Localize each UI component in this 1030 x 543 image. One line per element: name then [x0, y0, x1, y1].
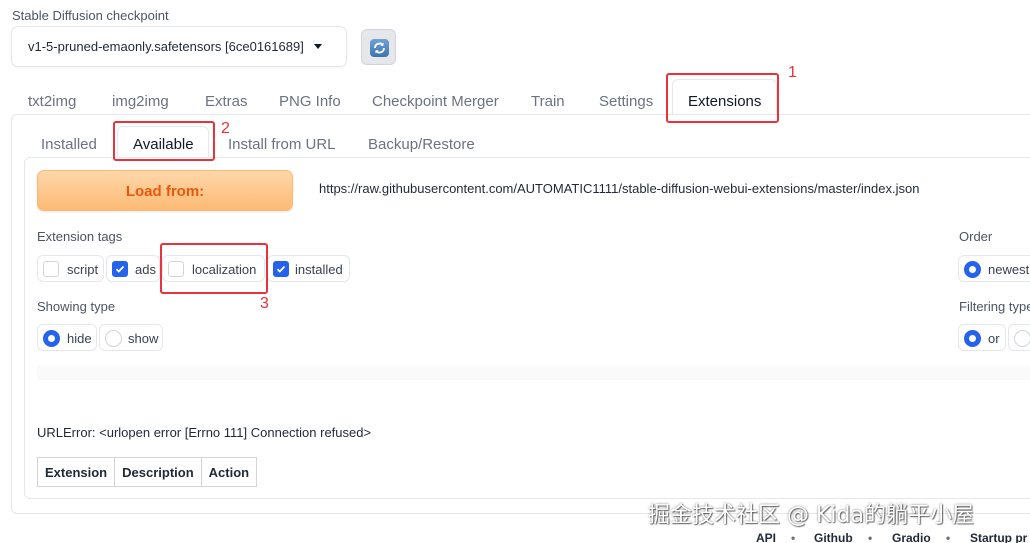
- showing-show-label: show: [128, 331, 159, 346]
- filtering-or-label: or: [988, 331, 1000, 346]
- footer-separator: •: [868, 531, 873, 543]
- error-message: URLError: <urlopen error [Errno 111] Con…: [37, 425, 372, 440]
- col-description: Description: [114, 457, 202, 487]
- radio-selected-icon: [43, 330, 60, 347]
- annotation-2: 2: [221, 120, 230, 137]
- showing-type-label: Showing type: [37, 299, 116, 314]
- tag-script-checkbox[interactable]: script: [37, 255, 104, 282]
- col-extension: Extension: [36, 457, 116, 487]
- tab-train[interactable]: Train: [531, 93, 565, 110]
- radio-selected-icon: [964, 261, 981, 278]
- checkbox-icon: [43, 261, 59, 277]
- radio-selected-icon: [964, 330, 981, 347]
- highlight-box-localization: [160, 243, 268, 294]
- extension-tags-label: Extension tags: [37, 229, 123, 244]
- tab-txt2img[interactable]: txt2img: [28, 93, 76, 110]
- extensions-table: Extension Description Action: [36, 457, 258, 487]
- checkbox-checked-icon: [273, 261, 289, 277]
- footer-separator: •: [791, 531, 796, 543]
- order-newest-label: newest: [988, 262, 1030, 277]
- tag-ads-label: ads: [135, 262, 156, 277]
- checkbox-checked-icon: [112, 261, 128, 277]
- showing-hide-radio[interactable]: hide: [37, 324, 97, 351]
- footer-link-api[interactable]: API: [756, 531, 776, 543]
- filtering-or-radio[interactable]: or: [958, 324, 1006, 351]
- tag-script-label: script: [67, 262, 99, 277]
- checkpoint-dropdown[interactable]: v1-5-pruned-emaonly.safetensors [6ce0161…: [11, 26, 347, 67]
- showing-show-radio[interactable]: show: [99, 324, 163, 351]
- footer-separator: •: [946, 531, 951, 543]
- tab-png-info[interactable]: PNG Info: [279, 93, 341, 110]
- load-from-button[interactable]: Load from:: [37, 170, 293, 211]
- tab-backup-restore[interactable]: Backup/Restore: [368, 136, 475, 153]
- watermark: 掘金技术社区 @ Kida的躺平小屋: [648, 503, 974, 528]
- tag-installed-checkbox[interactable]: installed: [267, 255, 350, 282]
- tag-ads-checkbox[interactable]: ads: [106, 255, 160, 282]
- filtering-type-label: Filtering type: [959, 299, 1030, 314]
- refresh-checkpoint-button[interactable]: [361, 29, 396, 65]
- tab-checkpoint-merger[interactable]: Checkpoint Merger: [372, 93, 499, 110]
- table-header-row: Extension Description Action: [36, 457, 258, 487]
- checkpoint-value: v1-5-pruned-emaonly.safetensors [6ce0161…: [28, 39, 304, 54]
- order-newest-radio[interactable]: newest: [958, 255, 1030, 282]
- annotation-3: 3: [260, 295, 269, 312]
- index-url-input[interactable]: https://raw.githubusercontent.com/AUTOMA…: [305, 168, 1030, 210]
- highlight-box-available: [113, 121, 215, 161]
- footer-link-github[interactable]: Github: [814, 531, 853, 543]
- footer-link-gradio[interactable]: Gradio: [892, 531, 931, 543]
- tab-extras[interactable]: Extras: [205, 93, 248, 110]
- filtering-and-radio[interactable]: [1008, 324, 1030, 351]
- radio-icon: [1014, 330, 1030, 347]
- checkpoint-label: Stable Diffusion checkpoint: [12, 8, 169, 23]
- footer-link-startup[interactable]: Startup pr: [970, 531, 1027, 543]
- chevron-down-icon: [314, 44, 322, 49]
- col-action: Action: [200, 457, 258, 487]
- radio-icon: [105, 330, 122, 347]
- tab-settings[interactable]: Settings: [599, 93, 653, 110]
- tab-install-from-url[interactable]: Install from URL: [228, 136, 336, 153]
- order-label: Order: [959, 229, 993, 244]
- annotation-1: 1: [788, 64, 797, 81]
- tag-installed-label: installed: [295, 262, 343, 277]
- tab-installed[interactable]: Installed: [41, 136, 97, 153]
- highlight-box-extensions: [666, 73, 779, 123]
- tab-img2img[interactable]: img2img: [112, 93, 169, 110]
- index-url-value: https://raw.githubusercontent.com/AUTOMA…: [319, 181, 920, 196]
- refresh-icon: [370, 39, 389, 57]
- showing-hide-label: hide: [67, 331, 92, 346]
- load-from-label: Load from:: [125, 183, 205, 200]
- separator-strip: [37, 366, 1030, 380]
